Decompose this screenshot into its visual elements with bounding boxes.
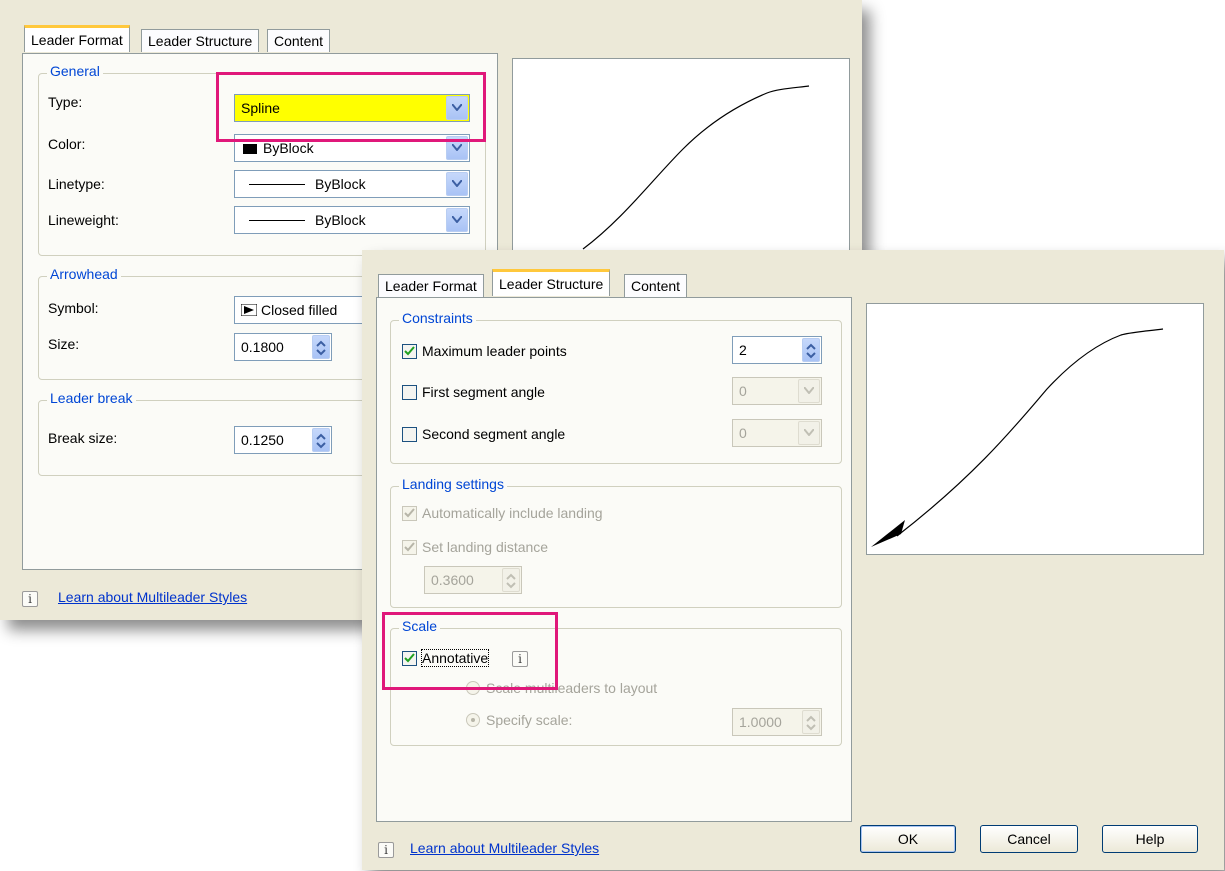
second-segment-angle-dropdown[interactable]: 0 xyxy=(732,419,822,447)
color-swatch-icon xyxy=(243,144,257,154)
type-label: Type: xyxy=(48,94,83,110)
tab-content[interactable]: Content xyxy=(267,29,331,52)
max-leader-points-spinner[interactable]: 2 xyxy=(732,336,822,364)
checkbox-box[interactable] xyxy=(402,539,417,555)
color-value: ByBlock xyxy=(263,140,314,156)
lineweight-label: Lineweight: xyxy=(48,212,119,228)
first-segment-angle-checkbox[interactable]: First segment angle xyxy=(402,384,545,400)
auto-include-landing-checkbox[interactable]: Automatically include landing xyxy=(402,505,603,521)
info-icon: i xyxy=(378,842,394,858)
group-title-constraints: Constraints xyxy=(399,310,476,326)
group-title-landing-settings: Landing settings xyxy=(399,476,507,492)
checkbox-box[interactable] xyxy=(402,384,417,400)
group-title-general: General xyxy=(47,63,103,79)
tab-leader-structure[interactable]: Leader Structure xyxy=(141,29,260,52)
chevron-down-icon[interactable] xyxy=(446,208,468,232)
set-landing-distance-checkbox[interactable]: Set landing distance xyxy=(402,539,548,555)
preview-pane xyxy=(866,303,1204,555)
lineweight-value: ByBlock xyxy=(315,212,366,228)
break-size-spinner[interactable]: 0.1250 xyxy=(234,426,332,454)
checkbox-box[interactable] xyxy=(402,343,417,359)
chevron-down-icon[interactable] xyxy=(446,172,468,196)
ok-button[interactable]: OK xyxy=(860,825,956,853)
learn-multileader-link[interactable]: Learn about Multileader Styles xyxy=(58,589,247,605)
line-sample-icon xyxy=(249,184,305,185)
lineweight-dropdown[interactable]: ByBlock xyxy=(234,206,470,234)
second-segment-angle-value: 0 xyxy=(739,425,747,441)
highlight-box-type xyxy=(216,72,486,142)
color-label: Color: xyxy=(48,136,86,152)
group-title-arrowhead: Arrowhead xyxy=(47,266,121,282)
checkbox-box[interactable] xyxy=(402,505,417,521)
tab-leader-format[interactable]: Leader Format xyxy=(378,274,484,297)
size-label: Size: xyxy=(48,336,80,352)
symbol-value-wrap: Closed filled xyxy=(240,297,338,323)
closed-filled-arrow-icon xyxy=(240,303,258,317)
tab-leader-format[interactable]: Leader Format xyxy=(24,25,130,52)
max-leader-points-label: Maximum leader points xyxy=(422,343,567,359)
tab-content[interactable]: Content xyxy=(624,274,688,297)
specify-scale-label: Specify scale: xyxy=(486,712,573,728)
linetype-label: Linetype: xyxy=(48,176,105,192)
spinner-arrows-icon[interactable] xyxy=(802,710,820,734)
max-leader-points-value: 2 xyxy=(739,342,747,358)
checkbox-box[interactable] xyxy=(402,426,417,442)
spinner-arrows-icon[interactable] xyxy=(802,338,820,362)
group-title-leader-break: Leader break xyxy=(47,390,136,406)
second-segment-angle-label: Second segment angle xyxy=(422,426,566,442)
spinner-arrows-icon[interactable] xyxy=(502,568,520,592)
break-size-value: 0.1250 xyxy=(241,432,284,448)
second-segment-angle-checkbox[interactable]: Second segment angle xyxy=(402,426,565,442)
size-value: 0.1800 xyxy=(241,339,284,355)
size-spinner[interactable]: 0.1800 xyxy=(234,333,332,361)
chevron-down-icon[interactable] xyxy=(798,421,820,445)
learn-multileader-link[interactable]: Learn about Multileader Styles xyxy=(410,840,599,856)
max-leader-points-checkbox[interactable]: Maximum leader points xyxy=(402,343,567,359)
radio-button[interactable] xyxy=(466,713,480,727)
first-segment-angle-dropdown[interactable]: 0 xyxy=(732,377,822,405)
cancel-button[interactable]: Cancel xyxy=(980,825,1078,853)
symbol-label: Symbol: xyxy=(48,300,99,316)
help-button[interactable]: Help xyxy=(1102,825,1198,853)
symbol-value: Closed filled xyxy=(261,302,338,318)
front-dialog-leader-structure: Leader Format Leader Structure Content C… xyxy=(362,250,1224,870)
landing-distance-value: 0.3600 xyxy=(431,572,474,588)
leader-preview-graphic xyxy=(871,328,1164,547)
linetype-value: ByBlock xyxy=(315,176,366,192)
spinner-arrows-icon[interactable] xyxy=(312,428,330,452)
chevron-down-icon[interactable] xyxy=(798,379,820,403)
info-icon: i xyxy=(22,591,38,607)
linetype-dropdown[interactable]: ByBlock xyxy=(234,170,470,198)
break-size-label: Break size: xyxy=(48,430,118,446)
line-sample-icon xyxy=(249,220,305,221)
highlight-box-annotative xyxy=(382,612,558,690)
first-segment-angle-value: 0 xyxy=(739,383,747,399)
auto-include-landing-label: Automatically include landing xyxy=(422,505,603,521)
first-segment-angle-label: First segment angle xyxy=(422,384,545,400)
specify-scale-radio[interactable]: Specify scale: xyxy=(466,712,572,728)
set-landing-distance-label: Set landing distance xyxy=(422,539,549,555)
landing-distance-spinner[interactable]: 0.3600 xyxy=(424,566,522,594)
tab-leader-structure[interactable]: Leader Structure xyxy=(492,269,611,296)
specify-scale-spinner[interactable]: 1.0000 xyxy=(732,708,822,736)
specify-scale-value: 1.0000 xyxy=(739,714,782,730)
spinner-arrows-icon[interactable] xyxy=(312,335,330,359)
